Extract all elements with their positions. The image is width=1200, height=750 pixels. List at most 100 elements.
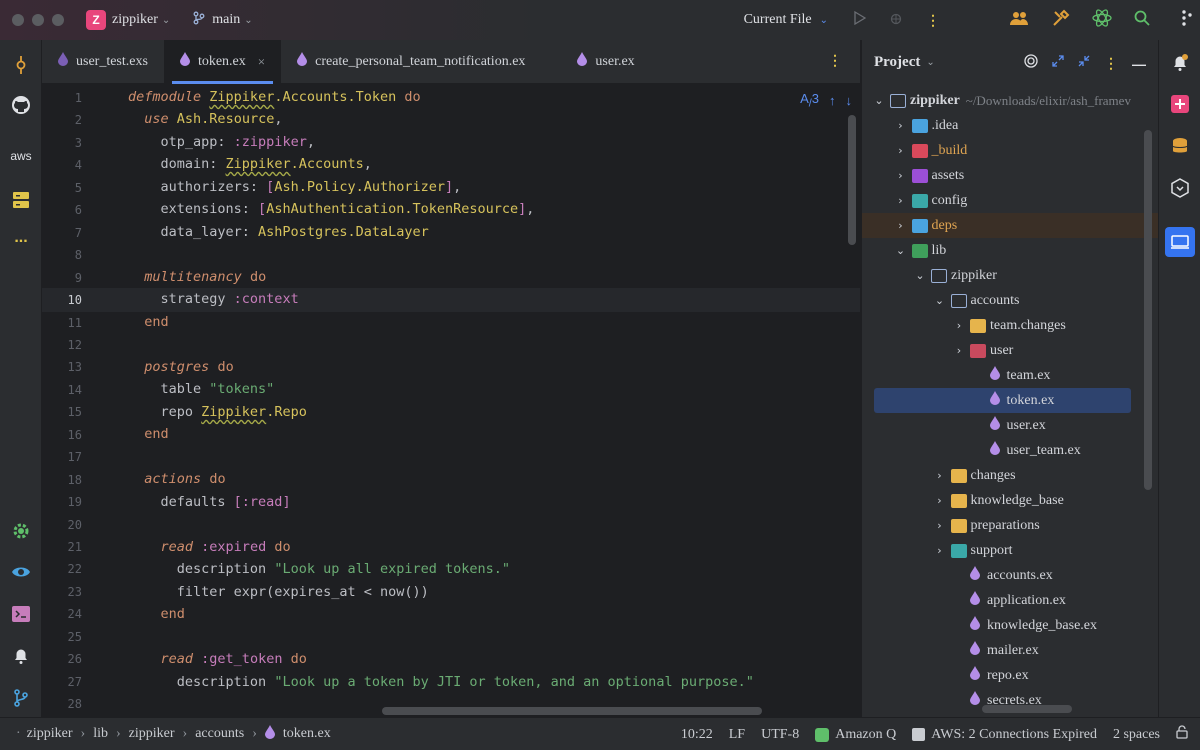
tree-folder[interactable]: › user [862, 338, 1159, 363]
tree-file[interactable]: token.ex [874, 388, 1131, 413]
breadcrumb-item[interactable]: token.ex [283, 726, 331, 742]
tree-folder[interactable]: › changes [862, 463, 1159, 488]
chevron-right-icon[interactable]: › [952, 344, 966, 357]
debug-icon[interactable] [888, 10, 904, 31]
tree-file[interactable]: mailer.ex [862, 638, 1159, 663]
database-icon[interactable] [9, 188, 33, 212]
tab-user[interactable]: user.ex [561, 40, 650, 84]
tree-file[interactable]: application.ex [862, 588, 1159, 613]
tree-folder[interactable]: › preparations [862, 513, 1159, 538]
chevron-right-icon[interactable]: › [894, 219, 908, 232]
gear-icon[interactable] [9, 519, 33, 543]
tree-folder[interactable]: › team.changes [862, 313, 1159, 338]
chevron-down-icon[interactable]: ⌄ [913, 269, 927, 282]
project-horizontal-scrollbar[interactable] [982, 705, 1072, 713]
aws-icon[interactable]: aws [9, 144, 33, 168]
more-actions-icon[interactable]: ⋮ [926, 12, 940, 29]
ai-chat-icon[interactable] [1168, 92, 1192, 116]
git-branch-icon[interactable] [192, 11, 206, 30]
tree-file[interactable]: repo.ex [862, 663, 1159, 688]
tree-folder[interactable]: › assets [862, 163, 1159, 188]
project-name[interactable]: zippiker [112, 12, 158, 28]
tree-file[interactable]: user.ex [862, 413, 1159, 438]
code-editor[interactable]: 1 2 3 4 5 6 7 8 9 10 11 12 13 14 15 16 17 18 19 20 21 22 23 24 2… [42, 85, 860, 717]
notifications-bell-icon[interactable] [9, 644, 33, 668]
chevron-down-icon[interactable]: ⌄ [894, 244, 908, 257]
branch-name[interactable]: main [212, 12, 240, 28]
git-icon[interactable] [9, 686, 33, 710]
expand-all-icon[interactable] [1052, 55, 1064, 72]
amazon-q-status[interactable]: Amazon Q [815, 727, 896, 743]
tree-folder[interactable]: ⌄ accounts [862, 288, 1159, 313]
tree-file[interactable]: team.ex [862, 363, 1159, 388]
terminal-icon[interactable] [9, 602, 33, 626]
chevron-right-icon[interactable]: › [933, 519, 947, 532]
editor-horizontal-scrollbar[interactable] [382, 707, 762, 715]
locate-file-icon[interactable] [1024, 54, 1038, 73]
more-tools-icon[interactable]: ... [9, 226, 33, 250]
chevron-down-icon[interactable]: ⌄ [162, 15, 170, 26]
search-icon[interactable] [1134, 10, 1150, 31]
inspection-widget[interactable]: A/3 [800, 91, 819, 110]
chevron-down-icon[interactable]: ⌄ [926, 57, 934, 68]
tree-folder[interactable]: › config [862, 188, 1159, 213]
cursor-position[interactable]: 10:22 [681, 727, 713, 743]
chevron-right-icon[interactable]: › [933, 469, 947, 482]
chevron-right-icon[interactable]: › [952, 319, 966, 332]
editor-vertical-scrollbar[interactable] [848, 115, 856, 245]
indent-setting[interactable]: 2 spaces [1113, 727, 1160, 743]
device-preview-icon[interactable] [1165, 227, 1195, 257]
run-icon[interactable] [854, 10, 867, 30]
tree-folder[interactable]: › knowledge_base [862, 488, 1159, 513]
close-tab-icon[interactable]: × [258, 54, 265, 70]
notifications-icon[interactable] [1168, 51, 1192, 75]
line-ending[interactable]: LF [729, 727, 745, 743]
arrow-up-icon[interactable]: ↑ [829, 93, 836, 108]
chevron-down-icon[interactable]: ⌄ [872, 94, 886, 107]
tree-root[interactable]: ⌄ zippiker ~/Downloads/elixir/ash_framev [862, 88, 1159, 113]
tree-folder[interactable]: › .idea [862, 113, 1159, 138]
lock-icon[interactable] [1176, 725, 1188, 744]
preview-eye-icon[interactable] [9, 560, 33, 584]
chevron-right-icon[interactable]: › [933, 544, 947, 557]
file-encoding[interactable]: UTF-8 [761, 727, 799, 743]
commit-icon[interactable] [9, 53, 33, 77]
panel-options-icon[interactable]: ⋮ [1104, 55, 1118, 72]
chevron-right-icon[interactable]: › [933, 494, 947, 507]
ai-assistant-icon[interactable] [1092, 8, 1112, 33]
chevron-right-icon[interactable]: › [894, 119, 908, 132]
collaboration-icon[interactable] [1010, 10, 1028, 31]
chevron-right-icon[interactable]: › [894, 194, 908, 207]
settings-icon[interactable] [1180, 9, 1194, 32]
project-vertical-scrollbar[interactable] [1144, 130, 1152, 490]
breadcrumb-item[interactable]: accounts [195, 726, 244, 742]
close-window-button[interactable] [12, 14, 24, 26]
aws-connection-status[interactable]: AWS: 2 Connections Expired [912, 727, 1097, 743]
tab-create-personal-team-notification[interactable]: create_personal_team_notification.ex [281, 40, 541, 84]
tree-folder[interactable]: › support [862, 538, 1159, 563]
chevron-down-icon[interactable]: ⌄ [820, 15, 828, 26]
breadcrumb-item[interactable]: zippiker [27, 726, 73, 742]
tree-folder[interactable]: › _build [862, 138, 1159, 163]
run-config-selector[interactable]: Current File [744, 12, 812, 28]
tree-folder[interactable]: › deps [862, 213, 1159, 238]
tree-file[interactable]: user_team.ex [862, 438, 1159, 463]
hex-tool-icon[interactable] [1168, 176, 1192, 200]
tab-token[interactable]: token.ex × [163, 39, 282, 84]
database-icon[interactable] [1168, 134, 1192, 158]
chevron-right-icon[interactable]: › [894, 144, 908, 157]
minimize-window-button[interactable] [32, 14, 44, 26]
arrow-down-icon[interactable]: ↓ [846, 93, 853, 108]
tools-icon[interactable] [1052, 9, 1070, 32]
tabs-more-icon[interactable]: ⋮ [828, 52, 842, 69]
breadcrumb-item[interactable]: zippiker [129, 726, 175, 742]
chevron-down-icon[interactable]: ⌄ [933, 294, 947, 307]
chevron-right-icon[interactable]: › [894, 169, 908, 182]
tree-folder[interactable]: ⌄ zippiker [862, 263, 1159, 288]
hide-panel-icon[interactable]: — [1132, 56, 1146, 72]
breadcrumb-item[interactable]: lib [93, 726, 108, 742]
maximize-window-button[interactable] [52, 14, 64, 26]
github-icon[interactable] [9, 93, 33, 117]
tree-file[interactable]: knowledge_base.ex [862, 613, 1159, 638]
collapse-all-icon[interactable] [1078, 55, 1090, 72]
